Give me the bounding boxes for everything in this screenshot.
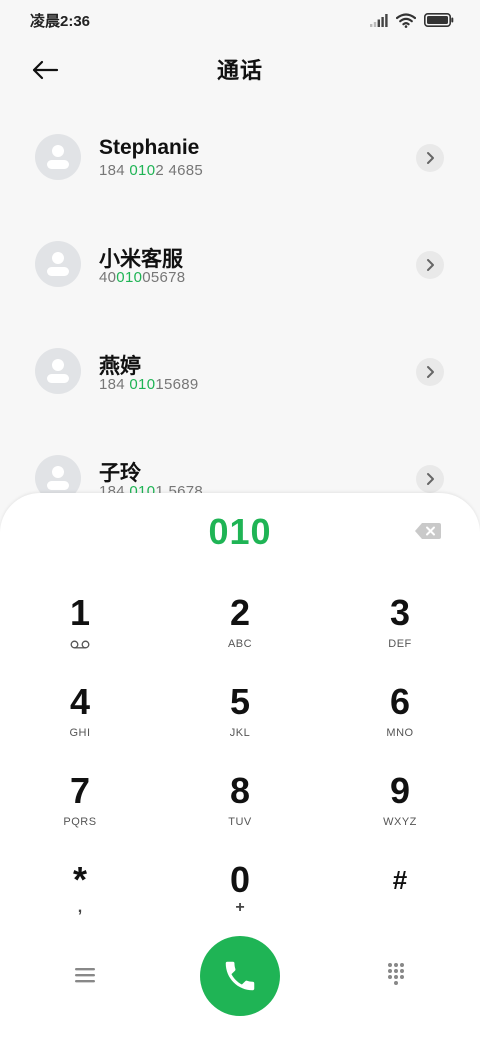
key-2[interactable]: 2 ABC [160, 583, 320, 672]
number-part: 15689 [155, 376, 199, 393]
number-match: 010 [129, 162, 156, 179]
number-match: 010 [116, 269, 143, 286]
menu-button[interactable] [72, 964, 98, 986]
key-digit: 7 [69, 770, 91, 811]
number-part: 05678 [142, 269, 186, 286]
wifi-icon [396, 12, 416, 28]
phone-icon [225, 961, 255, 991]
contact-number: 184 01015689 [99, 376, 199, 393]
contact-row[interactable]: 燕婷 184 01015689 [0, 318, 480, 425]
chevron-right-icon [427, 473, 434, 485]
key-3[interactable]: 3 DEF [320, 583, 480, 672]
key-digit: # [392, 865, 408, 895]
chevron-right-icon [427, 152, 434, 164]
key-5[interactable]: 5 JKL [160, 672, 320, 761]
signal-icon [370, 13, 388, 27]
key-letters: GHI [69, 727, 91, 739]
contact-detail-button[interactable] [416, 144, 444, 172]
person-icon [47, 252, 69, 276]
avatar [35, 134, 81, 180]
key-8[interactable]: 8 TUV [160, 761, 320, 850]
key-digit: 1 [69, 592, 91, 633]
status-time: 凌晨2:36 [30, 12, 91, 30]
key-digit: * [72, 859, 87, 900]
number-part: 184 [99, 162, 130, 179]
person-icon [47, 359, 69, 383]
person-icon [47, 145, 69, 169]
call-button[interactable] [200, 936, 280, 1016]
header: 通话 [0, 40, 480, 100]
contact-number: 4001005678 [99, 269, 185, 286]
key-digit: 0 [229, 859, 251, 900]
status-bar: 凌晨2:36 [0, 0, 480, 40]
key-letters: , [77, 899, 83, 916]
delete-button[interactable] [414, 522, 442, 540]
key-digit: 8 [229, 770, 251, 811]
key-digit: 2 [229, 592, 251, 633]
number-part: 40 [99, 269, 117, 286]
status-icons [370, 12, 454, 28]
dialpad-panel: 010 1 2 ABC 3 DEF 4 GHI 5 JKL 6 MNO 7 PQ… [0, 493, 480, 1040]
key-7[interactable]: 7 PQRS [0, 761, 160, 850]
key-4[interactable]: 4 GHI [0, 672, 160, 761]
dialed-number: 010 [208, 511, 272, 552]
voicemail-icon [70, 640, 90, 649]
dialpad-icon [388, 963, 404, 985]
key-letters: TUV [228, 816, 252, 828]
key-digit: 5 [229, 681, 251, 722]
contact-name: Stephanie [99, 136, 200, 159]
key-letters: WXYZ [383, 816, 417, 828]
key-letters: PQRS [63, 816, 97, 828]
avatar [35, 241, 81, 287]
contact-number: 184 0102 4685 [99, 162, 203, 179]
key-digit: 6 [389, 681, 411, 722]
key-letters: ABC [227, 638, 253, 650]
page-title: 通话 [216, 58, 263, 83]
key-digit: 3 [389, 592, 411, 633]
number-match: 010 [129, 376, 156, 393]
keypad: 1 2 ABC 3 DEF 4 GHI 5 JKL 6 MNO 7 PQRS 8… [0, 583, 480, 939]
chevron-right-icon [427, 366, 434, 378]
key-letters: JKL [229, 727, 251, 739]
bottom-bar [0, 934, 480, 1018]
contact-detail-button[interactable] [416, 358, 444, 386]
dialpad-toggle-button[interactable] [383, 961, 409, 987]
key-0[interactable]: 0 + [160, 850, 320, 939]
number-part: 2 4685 [155, 162, 204, 179]
key-6[interactable]: 6 MNO [320, 672, 480, 761]
avatar [35, 348, 81, 394]
key-9[interactable]: 9 WXYZ [320, 761, 480, 850]
contact-detail-button[interactable] [416, 465, 444, 493]
key-letters: MNO [386, 727, 414, 739]
key-hash[interactable]: # [320, 850, 480, 939]
key-star[interactable]: * , [0, 850, 160, 939]
contact-list: Stephanie 184 0102 4685 小米客服 4001005678 [0, 104, 480, 532]
contact-row[interactable]: Stephanie 184 0102 4685 [0, 104, 480, 211]
key-letters: DEF [388, 638, 412, 650]
backspace-icon [415, 523, 441, 539]
menu-icon [75, 968, 95, 983]
number-part: 184 [99, 376, 130, 393]
battery-icon [424, 13, 454, 27]
key-1[interactable]: 1 [0, 583, 160, 672]
chevron-right-icon [427, 259, 434, 271]
key-letters: + [235, 899, 245, 916]
contact-detail-button[interactable] [416, 251, 444, 279]
key-digit: 4 [69, 681, 91, 722]
key-digit: 9 [389, 770, 411, 811]
contact-row[interactable]: 小米客服 4001005678 [0, 211, 480, 318]
